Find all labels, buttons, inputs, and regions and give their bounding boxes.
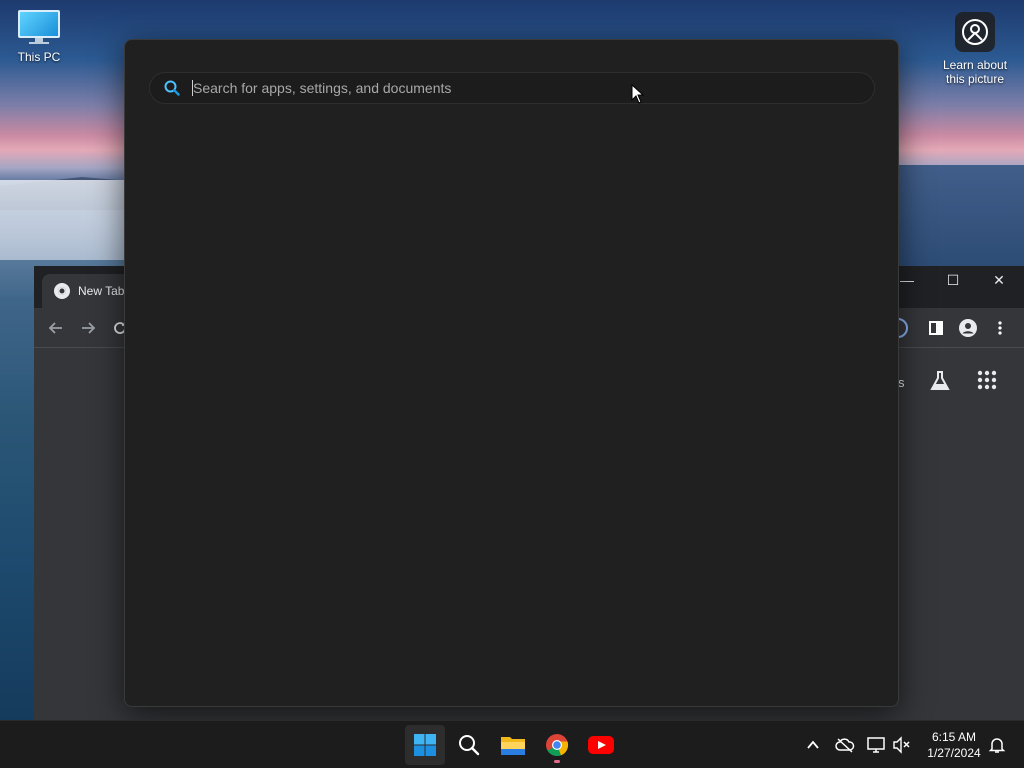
show-hidden-icons-button[interactable] [801,733,825,757]
search-flyout [124,39,899,707]
mouse-cursor-icon [631,84,645,104]
chrome-menu-button[interactable] [988,316,1012,340]
wallpaper-water [0,180,140,260]
taskbar: 6:15 AM 1/27/2024 [0,720,1024,768]
search-input[interactable] [193,80,833,96]
forward-button[interactable] [76,316,100,340]
volume-tray-button[interactable] [890,733,914,757]
taskbar-search-button[interactable] [449,725,489,765]
kebab-menu-icon [998,321,1002,335]
desktop-icon-label: Learn about this picture [942,58,1008,86]
tab-title: New Tab [78,284,125,298]
search-icon [459,735,480,756]
arrow-right-icon [82,322,96,334]
file-explorer-button[interactable] [493,725,533,765]
side-panel-icon [929,321,943,335]
maximize-button[interactable]: ☐ [930,266,976,294]
desktop-icon-learn-about-picture[interactable]: Learn about this picture [938,12,1012,86]
side-panel-button[interactable] [924,316,948,340]
start-button[interactable] [405,725,445,765]
chrome-icon [546,734,569,757]
bell-icon [988,738,1006,753]
close-button[interactable]: ✕ [976,266,1022,294]
desktop-icon-this-pc[interactable]: This PC [10,10,68,64]
profile-button[interactable] [956,316,980,340]
clock-time: 6:15 AM [931,730,977,744]
speaker-muted-icon [893,736,910,754]
google-apps-button[interactable] [976,369,1000,393]
youtube-taskbar-button[interactable] [581,725,621,765]
chevron-up-icon [807,740,819,749]
arrow-left-icon [48,322,62,334]
back-button[interactable] [44,316,68,340]
profile-icon [959,319,977,337]
camera-ring-icon [955,12,995,52]
wallpaper-hills [898,165,1024,275]
monitor-icon [18,10,60,44]
network-monitor-icon [867,737,885,753]
folder-icon [501,737,525,755]
windows-logo-icon [414,734,436,756]
labs-flask-button[interactable] [928,369,952,393]
running-indicator [554,760,560,763]
youtube-icon [588,736,614,754]
clock-date: 1/27/2024 [927,746,981,760]
desktop-icon-label: This PC [17,50,61,64]
chrome-taskbar-button[interactable] [537,725,577,765]
network-tray-button[interactable] [865,733,889,757]
onedrive-tray-button[interactable] [833,733,857,757]
notifications-button[interactable] [985,733,1009,757]
cloud-off-icon [835,738,855,753]
taskbar-clock[interactable]: 6:15 AM 1/27/2024 [920,729,988,761]
search-box[interactable] [149,72,875,104]
flask-icon [930,371,950,390]
search-icon [164,80,180,96]
chrome-icon [54,283,70,299]
apps-grid-icon [977,370,997,390]
